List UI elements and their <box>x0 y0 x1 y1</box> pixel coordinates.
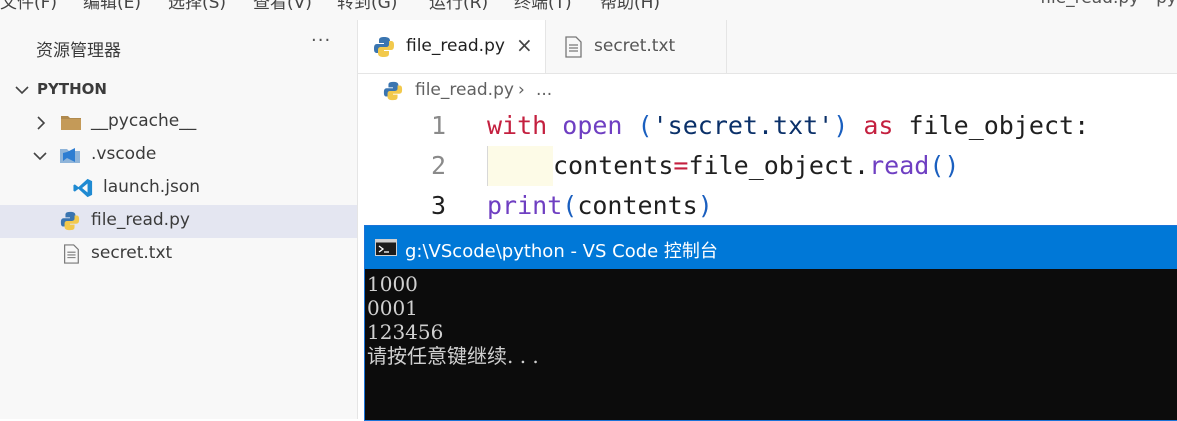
tree-item-pycache[interactable]: __pycache__ <box>0 106 357 139</box>
code-text: contents=file_object.read() <box>553 151 959 180</box>
code-token: ( <box>562 191 578 220</box>
tab-label: secret.txt <box>594 36 676 56</box>
vscode-icon <box>73 178 93 198</box>
builtin-token: print <box>487 191 563 220</box>
close-icon[interactable]: × <box>516 33 533 57</box>
console-title: g:\VScode\python - VS Code 控制台 <box>405 241 718 262</box>
line-number: 1 <box>430 111 446 140</box>
keyword-token: as <box>863 111 894 140</box>
breadcrumb-separator: › <box>518 80 525 100</box>
code-line: 2 contents=file_object.read() <box>358 146 1177 186</box>
console-line: 1000 <box>367 272 418 296</box>
section-header-python[interactable]: PYTHON <box>0 73 357 106</box>
menu-file[interactable]: 文件(F) <box>0 0 57 13</box>
text-file-icon <box>64 244 79 264</box>
tab-secret-txt[interactable]: secret.txt <box>546 20 727 73</box>
indent-guide <box>487 146 488 186</box>
tree-item-label: secret.txt <box>91 243 173 263</box>
more-actions-icon[interactable]: ··· <box>311 30 331 51</box>
tab-file-read-py[interactable]: file_read.py × <box>358 20 546 73</box>
code-token: ( <box>622 111 653 140</box>
console-line: 0001 <box>367 296 418 320</box>
menu-view[interactable]: 查看(V) <box>253 0 312 13</box>
menu-bar: 文件(F) 编辑(E) 选择(S) 查看(V) 转到(G) 运行(R) 终端(T… <box>0 0 1177 21</box>
text-file-icon <box>565 36 582 58</box>
string-token: 'secret.txt' <box>652 111 834 140</box>
console-output: 1000 0001 123456 请按任意键继续. . . <box>367 272 539 368</box>
code-token: ) <box>697 191 713 220</box>
menu-edit[interactable]: 编辑(E) <box>83 0 141 13</box>
code-token: file_object: <box>893 111 1090 140</box>
window-title: file_read.py - py <box>1040 0 1177 8</box>
code-token: () <box>929 151 960 180</box>
code-token: contents <box>577 191 698 220</box>
tree-item-file-read-py[interactable]: file_read.py <box>0 205 357 238</box>
tree-item-label: file_read.py <box>91 210 190 230</box>
line-number: 2 <box>430 151 446 180</box>
menu-help[interactable]: 帮助(H) <box>600 0 660 13</box>
menu-selection[interactable]: 选择(S) <box>168 0 226 13</box>
console-window[interactable]: g:\VScode\python - VS Code 控制台 1000 0001 1… <box>364 225 1177 421</box>
tab-label: file_read.py <box>406 36 505 56</box>
breadcrumb-more[interactable]: ... <box>536 80 552 100</box>
tree-item-secret-txt[interactable]: secret.txt <box>0 238 357 271</box>
menu-goto[interactable]: 转到(G) <box>337 0 397 13</box>
tree-item-label: launch.json <box>103 177 200 197</box>
breadcrumb: file_read.py › ... <box>358 75 1177 105</box>
tree-item-label: .vscode <box>91 144 157 164</box>
code-line: 3 print(contents) <box>358 186 1177 226</box>
tree-item-vscode[interactable]: .vscode <box>0 139 357 172</box>
operator-token: = <box>673 151 689 180</box>
code-token: contents <box>553 151 674 180</box>
explorer-title: 资源管理器 <box>36 41 121 61</box>
builtin-token: open <box>562 111 623 140</box>
breadcrumb-file[interactable]: file_read.py <box>415 80 514 100</box>
code-text: print(contents) <box>487 191 713 220</box>
menu-run[interactable]: 运行(R) <box>429 0 488 13</box>
console-icon <box>375 239 397 256</box>
console-line: 123456 <box>367 320 444 344</box>
keyword-token: with <box>487 111 548 140</box>
tree-item-launch-json[interactable]: launch.json <box>0 172 357 205</box>
section-label: PYTHON <box>37 80 107 98</box>
chevron-right-icon <box>37 116 46 130</box>
chevron-down-icon <box>15 86 29 95</box>
console-title-bar[interactable]: g:\VScode\python - VS Code 控制台 <box>365 226 1177 269</box>
indent-highlight <box>487 146 553 186</box>
code-line: 1 with open ('secret.txt') as file_objec… <box>358 106 1177 146</box>
line-number: 3 <box>430 191 446 220</box>
folder-icon <box>61 116 81 130</box>
code-text: with open ('secret.txt') as file_object: <box>487 111 1089 140</box>
tree-item-label: __pycache__ <box>91 111 197 131</box>
python-icon <box>60 211 80 231</box>
explorer-sidebar: 资源管理器 ··· PYTHON __pycache__ .vscode lau… <box>0 20 358 419</box>
menu-terminal[interactable]: 终端(T) <box>514 0 572 13</box>
python-icon <box>383 81 403 101</box>
chevron-down-icon <box>33 152 47 161</box>
code-token: ) <box>833 111 864 140</box>
tab-bar: file_read.py × secret.txt <box>358 20 1177 74</box>
python-icon <box>374 37 394 57</box>
console-line: 请按任意键继续. . . <box>367 344 539 368</box>
code-token: file_object. <box>688 151 870 180</box>
method-token: read <box>869 151 930 180</box>
vscode-folder-icon <box>60 148 80 163</box>
